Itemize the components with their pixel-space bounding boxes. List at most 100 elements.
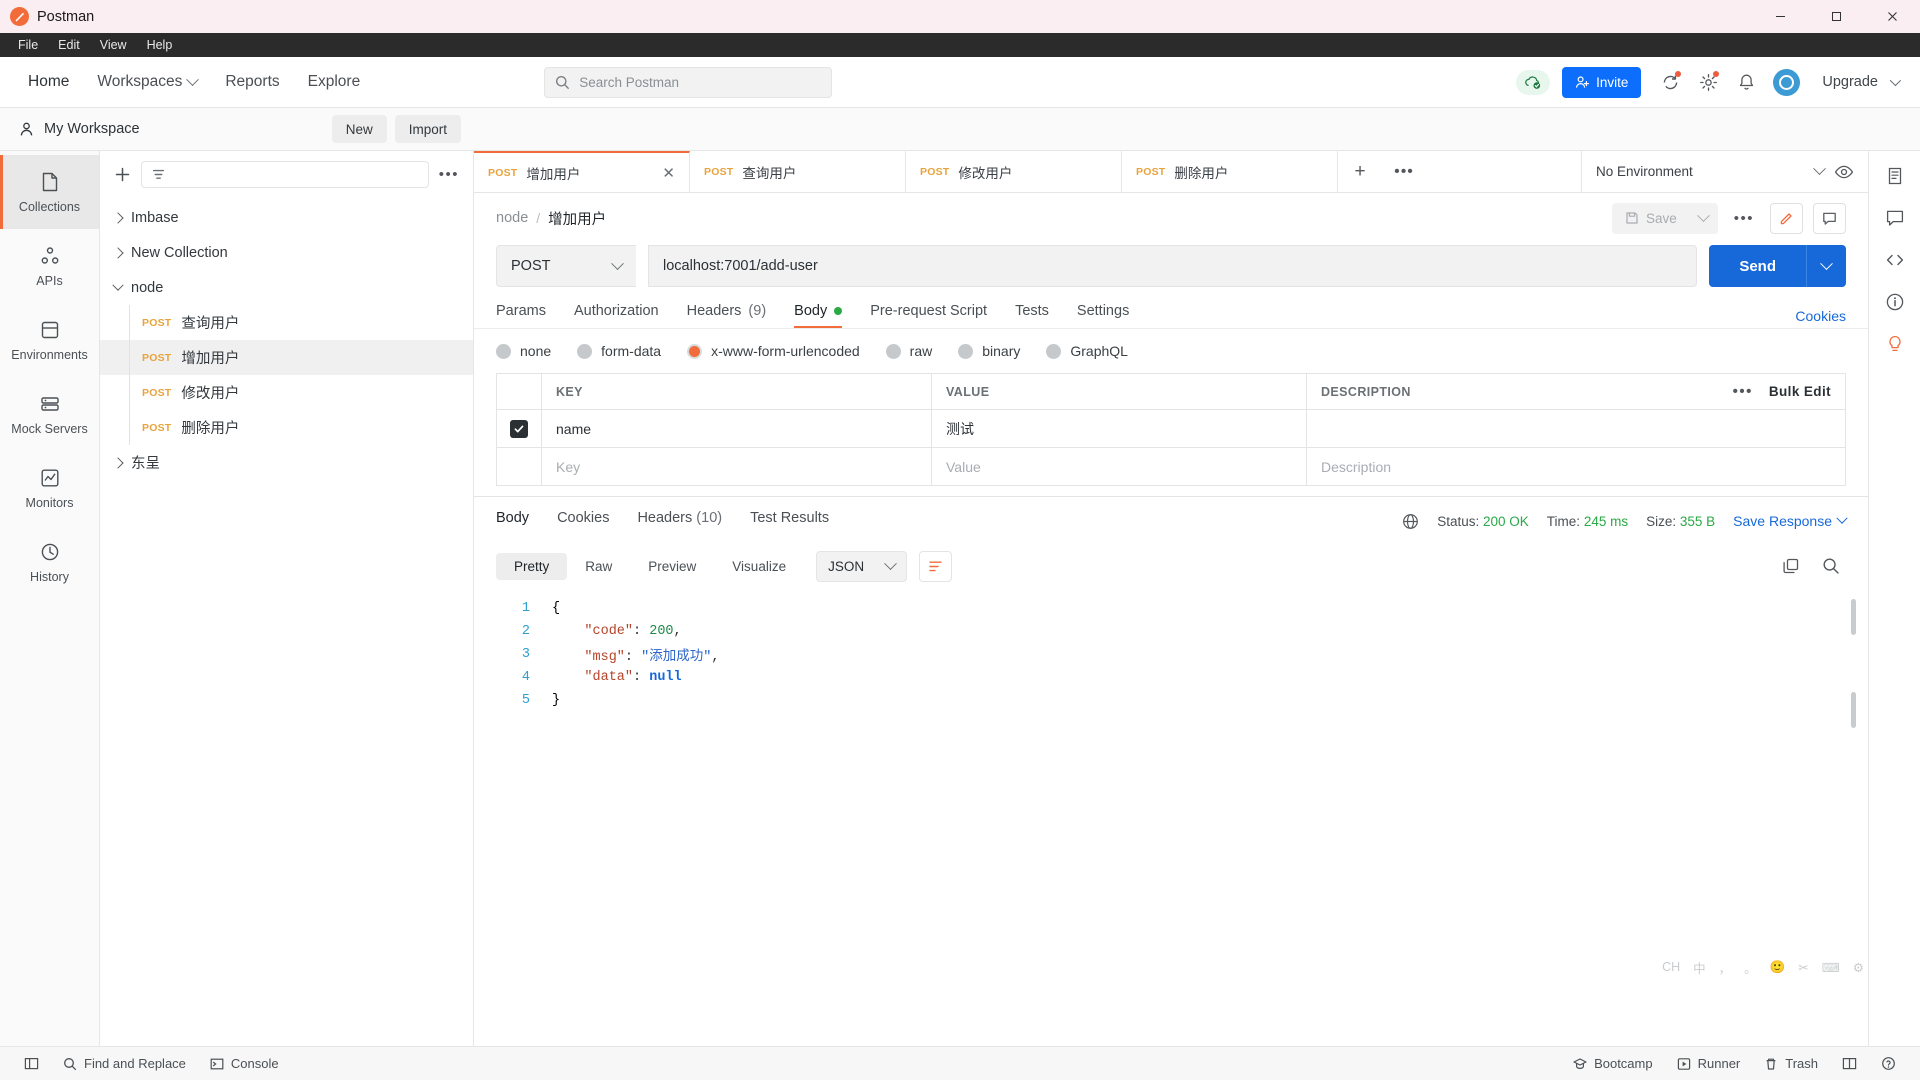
sidebar-toggle-button[interactable] <box>12 1056 51 1071</box>
documentation-icon[interactable] <box>1878 159 1912 193</box>
breadcrumb-root[interactable]: node <box>496 210 528 226</box>
trash-button[interactable]: Trash <box>1752 1056 1830 1071</box>
url-input[interactable]: localhost:7001/add-user <box>648 245 1698 287</box>
tab-body[interactable]: Body <box>780 303 856 328</box>
edit-pencil-icon[interactable] <box>1770 202 1803 234</box>
tree-request-add-user[interactable]: POST 增加用户 <box>100 340 473 375</box>
send-dropdown-button[interactable] <box>1806 245 1846 287</box>
response-scrollbar-thumb-2[interactable] <box>1851 692 1856 728</box>
minimize-button[interactable] <box>1752 0 1808 33</box>
body-type-binary[interactable]: binary <box>958 343 1020 359</box>
tab-query-user[interactable]: POST 查询用户 <box>690 151 906 192</box>
body-type-raw[interactable]: raw <box>885 343 932 359</box>
new-button[interactable]: New <box>331 115 387 143</box>
response-tab-headers[interactable]: Headers (10) <box>623 510 736 532</box>
tree-collection-dongcheng[interactable]: 东呈 <box>100 445 473 480</box>
add-icon[interactable] <box>114 166 131 183</box>
response-scrollbar-thumb[interactable] <box>1851 599 1856 635</box>
search-response-icon[interactable] <box>1822 557 1840 575</box>
invite-button[interactable]: Invite <box>1562 66 1642 98</box>
tab-update-user[interactable]: POST 修改用户 <box>906 151 1122 192</box>
info-icon[interactable] <box>1878 285 1912 319</box>
user-avatar[interactable] <box>1773 68 1801 96</box>
response-tab-cookies[interactable]: Cookies <box>543 510 623 532</box>
tab-delete-user[interactable]: POST 删除用户 <box>1122 151 1338 192</box>
nav-explore[interactable]: Explore <box>294 57 375 108</box>
lightbulb-icon[interactable] <box>1878 327 1912 361</box>
tab-authorization[interactable]: Authorization <box>560 303 673 328</box>
row-checkbox-cell[interactable] <box>497 410 542 447</box>
network-globe-icon[interactable] <box>1402 513 1419 530</box>
copy-icon[interactable] <box>1782 557 1800 575</box>
close-button[interactable] <box>1864 0 1920 33</box>
request-more-icon[interactable]: ••• <box>1728 210 1760 227</box>
response-body-code[interactable]: 1{ 2 "code": 200, 3 "msg": "添加成功", 4 "da… <box>474 587 1868 728</box>
console-button[interactable]: Console <box>198 1056 291 1071</box>
response-tab-body[interactable]: Body <box>496 510 543 532</box>
menu-item-help[interactable]: Help <box>137 33 183 57</box>
format-pretty[interactable]: Pretty <box>496 552 568 580</box>
ime-lang[interactable]: CH <box>1662 960 1680 974</box>
runner-button[interactable]: Runner <box>1665 1056 1753 1071</box>
row-value[interactable]: 测试 <box>932 410 1307 447</box>
sync-status-icon[interactable] <box>1516 69 1551 95</box>
sidebar-item-collections[interactable]: Collections <box>0 155 99 229</box>
ime-keyboard[interactable]: ⌨ <box>1822 960 1840 975</box>
filter-input[interactable] <box>141 161 429 188</box>
comments-icon[interactable] <box>1878 201 1912 235</box>
search-input[interactable]: Search Postman <box>544 66 833 98</box>
ime-period[interactable]: 。 <box>1744 958 1757 977</box>
table-placeholder-row[interactable]: Key Value Description <box>497 448 1845 486</box>
notifications-bell-icon[interactable] <box>1729 65 1763 99</box>
settings-gear-icon[interactable] <box>1691 65 1725 99</box>
help-button[interactable] <box>1869 1056 1908 1071</box>
tree-collection-imbase[interactable]: Imbase <box>100 200 473 235</box>
save-response-button[interactable]: Save Response <box>1733 512 1848 529</box>
ime-emoji[interactable]: 🙂 <box>1770 960 1786 975</box>
sidebar-item-mock-servers[interactable]: Mock Servers <box>0 377 99 451</box>
format-raw[interactable]: Raw <box>567 553 630 580</box>
sidebar-item-monitors[interactable]: Monitors <box>0 451 99 525</box>
sidebar-item-environments[interactable]: Environments <box>0 303 99 377</box>
tree-collection-node[interactable]: node <box>100 270 473 305</box>
nav-workspaces[interactable]: Workspaces <box>83 57 211 108</box>
layout-toggle-button[interactable] <box>1830 1056 1869 1071</box>
code-snippet-icon[interactable] <box>1878 243 1912 277</box>
tree-request-query-user[interactable]: POST 查询用户 <box>100 305 473 340</box>
save-dropdown-button[interactable] <box>1689 202 1718 234</box>
table-row[interactable]: name 测试 <box>497 410 1845 448</box>
nav-home[interactable]: Home <box>14 57 83 108</box>
body-type-urlencoded[interactable]: x-www-form-urlencoded <box>687 343 860 359</box>
menu-item-edit[interactable]: Edit <box>48 33 90 57</box>
tree-collection-new-collection[interactable]: New Collection <box>100 235 473 270</box>
comment-icon[interactable] <box>1813 202 1846 234</box>
tab-pre-request-script[interactable]: Pre-request Script <box>856 303 1001 328</box>
sidebar-item-apis[interactable]: APIs <box>0 229 99 303</box>
response-tab-test-results[interactable]: Test Results <box>736 510 843 532</box>
tree-request-delete-user[interactable]: POST 删除用户 <box>100 410 473 445</box>
environment-selector[interactable]: No Environment <box>1596 162 1826 179</box>
menu-item-view[interactable]: View <box>90 33 137 57</box>
body-type-none[interactable]: none <box>496 343 551 359</box>
placeholder-value[interactable]: Value <box>932 448 1307 485</box>
sync-refresh-icon[interactable] <box>1653 65 1687 99</box>
checkbox-empty-icon[interactable] <box>510 458 528 476</box>
bulk-edit-button[interactable]: Bulk Edit <box>1769 384 1831 399</box>
maximize-button[interactable] <box>1808 0 1864 33</box>
menu-item-file[interactable]: File <box>8 33 48 57</box>
bootcamp-button[interactable]: Bootcamp <box>1561 1056 1665 1071</box>
cookies-link[interactable]: Cookies <box>1795 308 1846 324</box>
body-type-graphql[interactable]: GraphQL <box>1046 343 1128 359</box>
find-and-replace-button[interactable]: Find and Replace <box>51 1056 198 1071</box>
import-button[interactable]: Import <box>394 115 461 143</box>
placeholder-checkbox-cell[interactable] <box>497 448 542 485</box>
method-selector[interactable]: POST <box>496 245 636 287</box>
tab-settings[interactable]: Settings <box>1063 303 1143 328</box>
placeholder-description[interactable]: Description <box>1307 448 1845 485</box>
tree-request-update-user[interactable]: POST 修改用户 <box>100 375 473 410</box>
ime-settings[interactable]: ⚙ <box>1853 960 1864 975</box>
collections-more-icon[interactable]: ••• <box>439 166 459 183</box>
format-visualize[interactable]: Visualize <box>714 553 804 580</box>
content-type-selector[interactable]: JSON <box>816 550 908 582</box>
send-button[interactable]: Send <box>1709 245 1806 287</box>
